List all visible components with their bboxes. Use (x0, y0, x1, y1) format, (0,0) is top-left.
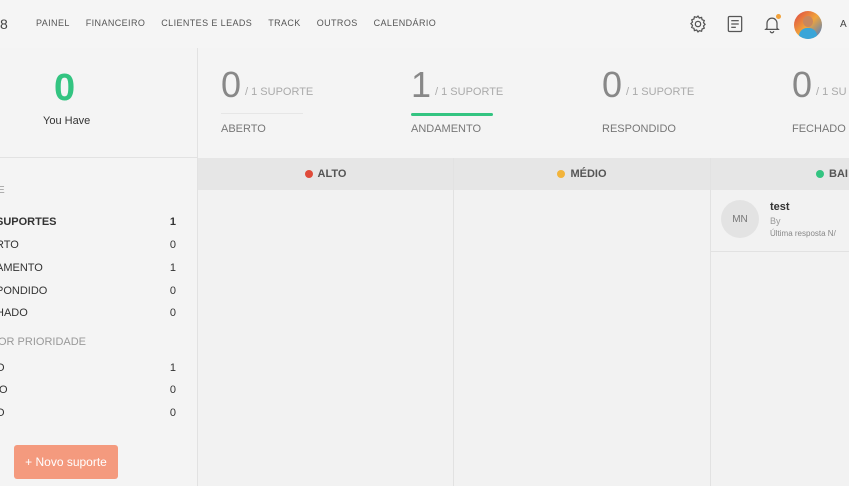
filter-fechado[interactable]: HADO 0 (0, 307, 180, 323)
stat-respondido[interactable]: 0 / 1 SUPORTE RESPONDIDO (602, 48, 752, 158)
kanban-board: ALTO MÉDIO BAI MN test By Última respost… (198, 158, 849, 486)
priority-dot-icon (304, 170, 313, 178)
top-icons (686, 12, 784, 36)
column-header-baixo: BAI (711, 158, 849, 190)
left-sidebar: 0 You Have E SUPORTES 1 RTO 0 AMENTO 1 P… (0, 48, 198, 486)
avatar[interactable] (794, 11, 822, 39)
active-stat-indicator (411, 113, 493, 116)
you-have-label: You Have (43, 115, 91, 127)
stat-andamento[interactable]: 1 / 1 SUPORTE ANDAMENTO (411, 48, 561, 158)
filter-respondido[interactable]: PONDIDO 0 (0, 285, 180, 301)
column-medio: MÉDIO (454, 158, 711, 486)
nav-clientes-e-leads[interactable]: CLIENTES E LEADS (161, 18, 252, 28)
summary-box: 0 You Have (0, 48, 197, 158)
main-nav: PAINEL FINANCEIRO CLIENTES E LEADS TRACK… (36, 18, 436, 28)
bell-icon[interactable] (760, 12, 784, 36)
status-section-title: E (0, 185, 5, 196)
you-have-count: 0 (54, 67, 76, 109)
filter-priority-medio[interactable]: IO 0 (0, 384, 180, 400)
nav-outros[interactable]: OUTROS (317, 18, 358, 28)
column-baixo: BAI MN test By Última resposta N/ (711, 158, 849, 486)
notification-dot (776, 14, 781, 19)
stat-aberto[interactable]: 0 / 1 SUPORTE ABERTO (221, 48, 371, 158)
priority-dot-icon (557, 170, 566, 178)
ticket-title[interactable]: test (770, 201, 790, 213)
ticket-avatar: MN (721, 200, 759, 238)
top-navbar: 8 PAINEL FINANCEIRO CLIENTES E LEADS TRA… (0, 0, 849, 48)
ticket-card[interactable]: MN test By Última resposta N/ (711, 190, 849, 252)
filter-aberto[interactable]: RTO 0 (0, 239, 180, 255)
priority-dot-icon (816, 170, 824, 178)
nav-financeiro[interactable]: FINANCEIRO (86, 18, 146, 28)
filter-priority-alto[interactable]: O 1 (0, 362, 180, 378)
ticket-author: By (770, 216, 781, 226)
username[interactable]: A (840, 19, 847, 30)
brand-logo[interactable]: 8 (0, 16, 8, 32)
priority-section-title: OR PRIORIDADE (0, 336, 87, 348)
nav-painel[interactable]: PAINEL (36, 18, 70, 28)
nav-calendario[interactable]: CALENDÁRIO (374, 18, 437, 28)
stats-row: 0 / 1 SUPORTE ABERTO 1 / 1 SUPORTE ANDAM… (198, 48, 849, 158)
filter-priority-baixo[interactable]: O 0 (0, 407, 180, 423)
document-icon[interactable] (723, 12, 747, 36)
column-header-alto: ALTO (198, 158, 453, 190)
column-alto: ALTO (198, 158, 454, 486)
filter-andamento[interactable]: AMENTO 1 (0, 262, 180, 278)
ticket-last-reply: Última resposta N/ (770, 229, 836, 238)
new-support-button[interactable]: + Novo suporte (14, 445, 118, 479)
stat-fechado[interactable]: 0 / 1 SU FECHADO (792, 48, 849, 158)
column-header-medio: MÉDIO (454, 158, 710, 190)
filter-todos-suportes[interactable]: SUPORTES 1 (0, 216, 180, 232)
nav-track[interactable]: TRACK (268, 18, 301, 28)
gear-icon[interactable] (686, 12, 710, 36)
